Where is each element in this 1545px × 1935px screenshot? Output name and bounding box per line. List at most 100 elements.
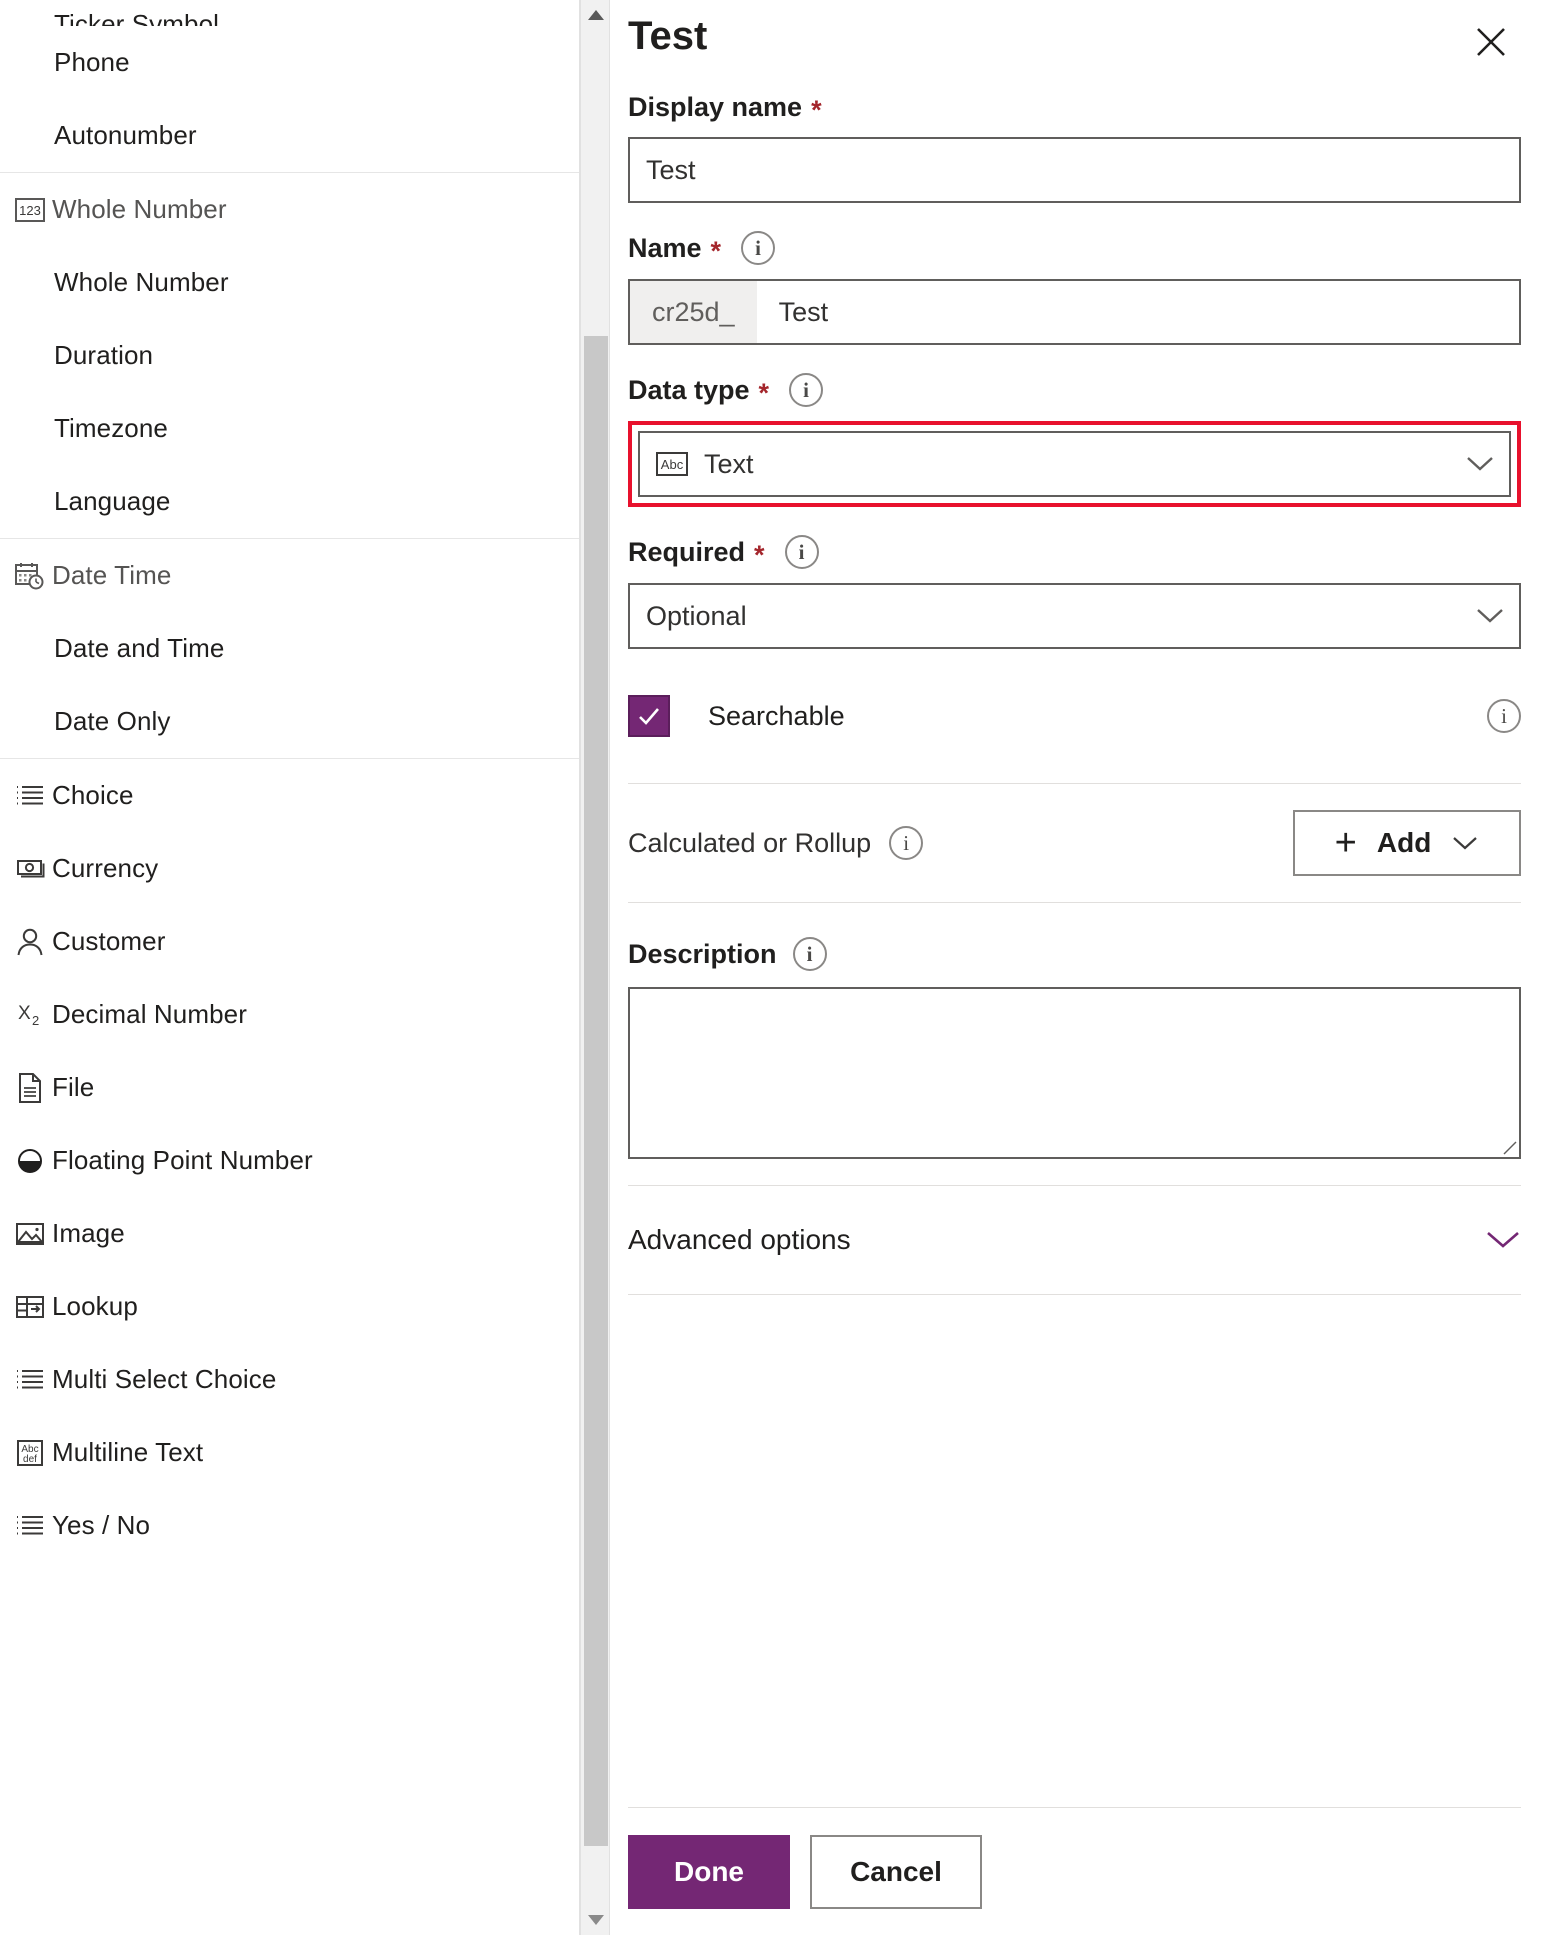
scrollbar-thumb[interactable] [584, 336, 608, 1846]
type-group-date-time: Date Time Date and Time Date Only [0, 538, 579, 758]
123-number-icon: 123 [8, 197, 52, 222]
subscript-x2-icon: X 2 [8, 1002, 52, 1028]
vertical-scrollbar[interactable] [580, 0, 610, 1935]
type-item-multi-select-choice[interactable]: Multi Select Choice [0, 1343, 579, 1416]
data-type-label: Data type * i [628, 373, 1521, 408]
done-button[interactable]: Done [628, 1834, 790, 1909]
svg-text:2: 2 [32, 1013, 39, 1028]
field-properties-panel: Test Display name * Test Name * i cr25d_… [610, 0, 1545, 1935]
checkmark-icon [639, 708, 659, 725]
type-item-currency[interactable]: Currency [0, 832, 579, 905]
divider [628, 902, 1521, 903]
chevron-down-icon [1453, 837, 1478, 850]
required-marker: * [754, 539, 765, 570]
name-field: Name * i cr25d_ Test [628, 231, 1521, 345]
add-button-label: Add [1376, 827, 1432, 858]
name-prefix: cr25d_ [630, 281, 757, 343]
data-type-field: Data type * i Abc Text [628, 373, 1521, 507]
type-item-label: Multi Select Choice [52, 1364, 277, 1394]
type-item-floating-point-number[interactable]: Floating Point Number [0, 1124, 579, 1197]
type-item-phone[interactable]: Phone [0, 26, 579, 99]
type-group-whole-number: 123 Whole Number Whole Number Duration T… [0, 172, 579, 538]
name-input-group[interactable]: cr25d_ Test [628, 279, 1521, 345]
type-item-lookup[interactable]: Lookup [0, 1270, 579, 1343]
display-name-label: Display name * [628, 92, 1521, 125]
label-text: Name [628, 232, 702, 263]
type-item-whole-number[interactable]: Whole Number [0, 246, 579, 319]
description-textarea[interactable] [628, 987, 1521, 1159]
display-name-input[interactable]: Test [628, 137, 1521, 203]
type-item-language[interactable]: Language [0, 465, 579, 538]
scroll-down-arrow[interactable] [581, 1905, 611, 1935]
type-item-label: Autonumber [54, 120, 197, 150]
currency-icon [8, 857, 52, 881]
display-name-value: Test [646, 154, 696, 185]
chevron-down-icon [1487, 1232, 1519, 1248]
type-group-label: Whole Number [52, 194, 227, 224]
type-group-header-whole-number[interactable]: 123 Whole Number [0, 173, 579, 246]
info-icon[interactable]: i [789, 373, 824, 407]
type-item-customer[interactable]: Customer [0, 905, 579, 978]
info-icon[interactable]: i [784, 535, 819, 569]
advanced-options-toggle[interactable]: Advanced options [628, 1186, 1521, 1294]
close-button[interactable] [1469, 20, 1513, 64]
type-item-decimal-number[interactable]: X 2 Decimal Number [0, 978, 579, 1051]
abc-def-icon: Abc def [8, 1438, 52, 1468]
type-item-date-only[interactable]: Date Only [0, 685, 579, 758]
type-item-date-and-time[interactable]: Date and Time [0, 612, 579, 685]
close-icon [1477, 28, 1505, 56]
name-value[interactable]: Test [757, 281, 1519, 343]
type-item-label: File [52, 1072, 95, 1102]
info-icon[interactable]: i [741, 231, 776, 265]
type-item-label: Duration [54, 340, 154, 370]
info-icon[interactable]: i [792, 937, 827, 971]
panel-spacer [628, 1295, 1521, 1485]
file-icon [8, 1072, 52, 1103]
chevron-down-icon [1467, 457, 1493, 471]
required-label: Required * i [628, 535, 1521, 570]
half-circle-icon [8, 1147, 52, 1175]
field-editor-screen: Ticker Symbol Phone Autonumber 123 Whole… [0, 0, 1545, 1935]
scroll-up-arrow[interactable] [581, 0, 611, 30]
list-icon [8, 1514, 52, 1538]
searchable-label: Searchable [708, 700, 845, 731]
cancel-button[interactable]: Cancel [810, 1834, 982, 1909]
list-icon [8, 1368, 52, 1392]
info-icon[interactable]: i [889, 826, 924, 860]
svg-text:def: def [23, 1454, 37, 1465]
type-item-choice[interactable]: Choice [0, 759, 579, 832]
type-item-label: Whole Number [54, 267, 229, 297]
data-type-highlight-box: Abc Text [628, 421, 1521, 507]
data-type-list[interactable]: Ticker Symbol Phone Autonumber 123 Whole… [0, 0, 580, 1935]
svg-text:X: X [18, 1003, 31, 1024]
type-item-ticker-symbol[interactable]: Ticker Symbol [0, 0, 579, 26]
type-item-autonumber[interactable]: Autonumber [0, 99, 579, 172]
type-group-header-date-time[interactable]: Date Time [0, 539, 579, 612]
chevron-down-icon [1477, 609, 1503, 623]
type-item-duration[interactable]: Duration [0, 319, 579, 392]
type-group-label: Date Time [52, 560, 172, 590]
searchable-checkbox[interactable] [628, 695, 670, 737]
type-item-label: Multiline Text [52, 1437, 204, 1467]
person-icon [8, 928, 52, 956]
plus-icon: + [1334, 822, 1357, 864]
type-item-label: Phone [54, 47, 130, 77]
type-item-timezone[interactable]: Timezone [0, 392, 579, 465]
type-item-label: Date and Time [54, 633, 225, 663]
type-item-yes-no[interactable]: Yes / No [0, 1489, 579, 1562]
add-button[interactable]: + Add [1293, 810, 1521, 876]
type-item-label: Yes / No [52, 1510, 151, 1540]
lookup-icon [8, 1294, 52, 1320]
calculated-or-rollup-row: Calculated or Rollup i + Add [628, 784, 1521, 902]
required-dropdown[interactable]: Optional [628, 583, 1521, 649]
name-label: Name * i [628, 231, 1521, 266]
description-label: Description [628, 938, 777, 969]
type-item-file[interactable]: File [0, 1051, 579, 1124]
calculated-or-rollup-label-group: Calculated or Rollup i [628, 826, 924, 860]
info-icon[interactable]: i [1487, 699, 1521, 733]
type-item-image[interactable]: Image [0, 1197, 579, 1270]
abc-text-icon: Abc [656, 452, 688, 476]
advanced-options-label: Advanced options [628, 1224, 851, 1255]
type-item-multiline-text[interactable]: Abc def Multiline Text [0, 1416, 579, 1489]
data-type-dropdown[interactable]: Abc Text [638, 431, 1511, 497]
